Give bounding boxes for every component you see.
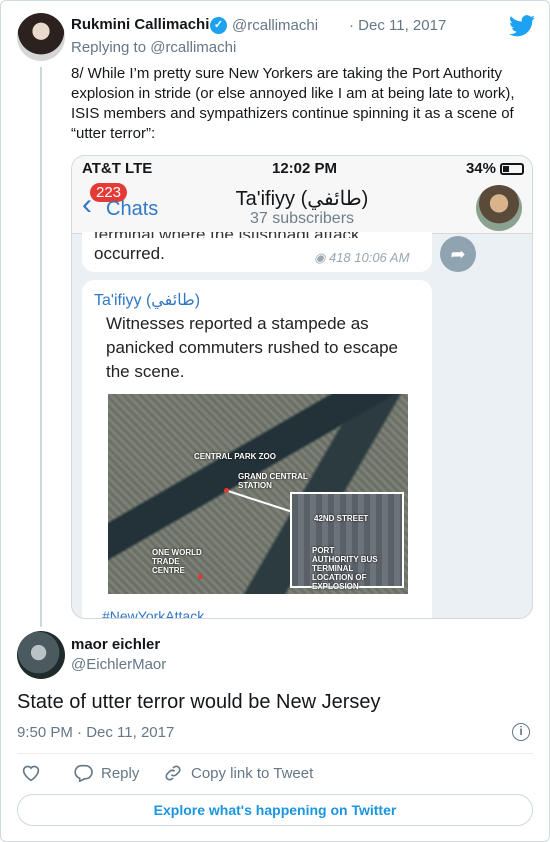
author-handle[interactable]: @EichlerMaor [71, 656, 166, 673]
battery-percent: 34% [465, 160, 496, 177]
phone-status-bar: AT&T LTE 12:02 PM 34% [72, 156, 532, 182]
message-bubble: Ta'ifiyy (طائفي) Witnesses reported a st… [82, 280, 432, 619]
tweet-timestamp[interactable]: 9:50 PM · Dec 11, 2017 [17, 724, 174, 741]
map-label-grand-central: GRAND CENTRAL STATION [238, 472, 308, 490]
message-meta: ◉ 418 10:06 AM [314, 250, 410, 265]
channel-title: Ta'ifiyy (طائفي) [235, 188, 369, 210]
copy-link-button[interactable]: Copy link to Tweet [163, 764, 313, 782]
chats-back-label: Chats [106, 198, 159, 220]
twitter-bird-icon[interactable] [509, 15, 535, 37]
quoted-author-name[interactable]: Rukmini Callimachi [71, 16, 209, 33]
map-image: CENTRAL PARK ZOO GRAND CENTRAL STATION O… [108, 394, 408, 594]
phone-time: 12:02 PM [272, 160, 338, 177]
quoted-date[interactable]: · Dec 11, 2017 [349, 17, 446, 34]
map-marker [198, 574, 203, 579]
divider [17, 753, 533, 754]
message-cut-text: terminal where the istishhadi attack [94, 232, 360, 238]
replying-to[interactable]: Replying to @rcallimachi [71, 39, 236, 56]
map-connector-line [227, 490, 293, 513]
map-label-port-authority: PORT AUTHORITY BUS TERMINAL LOCATION OF … [312, 546, 378, 591]
message-hashtag: #NewYorkAttack [102, 608, 205, 619]
message-author: Ta'ifiyy (طائفي) [94, 292, 201, 309]
share-icon: ➦ [440, 236, 476, 272]
verified-icon: ✓ [210, 17, 227, 34]
map-label-zoo: CENTRAL PARK ZOO [194, 452, 276, 461]
channel-subscribers: 37 subscribers [249, 210, 355, 227]
copy-link-label: Copy link to Tweet [191, 764, 314, 782]
map-inset: 42ND STREET PORT AUTHORITY BUS TERMINAL … [290, 492, 404, 591]
reply-icon [74, 764, 93, 782]
heart-icon [22, 765, 40, 782]
carrier-label: AT&T LTE [82, 160, 153, 177]
quoted-author-handle[interactable]: @rcallimachi [232, 17, 318, 34]
link-icon [165, 765, 181, 781]
explore-twitter-button[interactable]: Explore what's happening on Twitter [17, 794, 533, 826]
channel-avatar [476, 185, 522, 231]
battery-icon [500, 163, 524, 175]
reply-label: Reply [101, 764, 140, 782]
author-name[interactable]: maor eichler [71, 636, 160, 653]
info-icon[interactable]: i [512, 723, 530, 741]
tweet-media-screenshot[interactable]: AT&T LTE 12:02 PM 34% ‹ 223 Chats Ta'ifi… [71, 155, 533, 619]
quoted-avatar[interactable] [17, 13, 65, 61]
tweet-card: Rukmini Callimachi ✓ @rcallimachi · Dec … [0, 0, 550, 842]
tweet-text: State of utter terror would be New Jerse… [17, 691, 381, 713]
quoted-tweet-text: 8/ While I’m pretty sure New Yorkers are… [71, 65, 515, 142]
map-label-wtc: ONE WORLD TRADE CENTRE [152, 548, 202, 575]
map-marker [224, 488, 229, 493]
author-avatar[interactable] [17, 631, 65, 679]
map-label-street: 42ND STREET [314, 514, 369, 523]
thread-line [40, 67, 42, 627]
message-text: occurred. [94, 244, 165, 263]
like-button[interactable] [21, 764, 41, 782]
telegram-header: ‹ 223 Chats Ta'ifiyy (طائفي) 37 subscrib… [72, 182, 532, 234]
message-bubble: terminal where the istishhadi attack occ… [82, 232, 432, 272]
reply-button[interactable]: Reply [73, 764, 139, 782]
message-text: Witnesses reported a stampede as panicke… [106, 314, 398, 381]
